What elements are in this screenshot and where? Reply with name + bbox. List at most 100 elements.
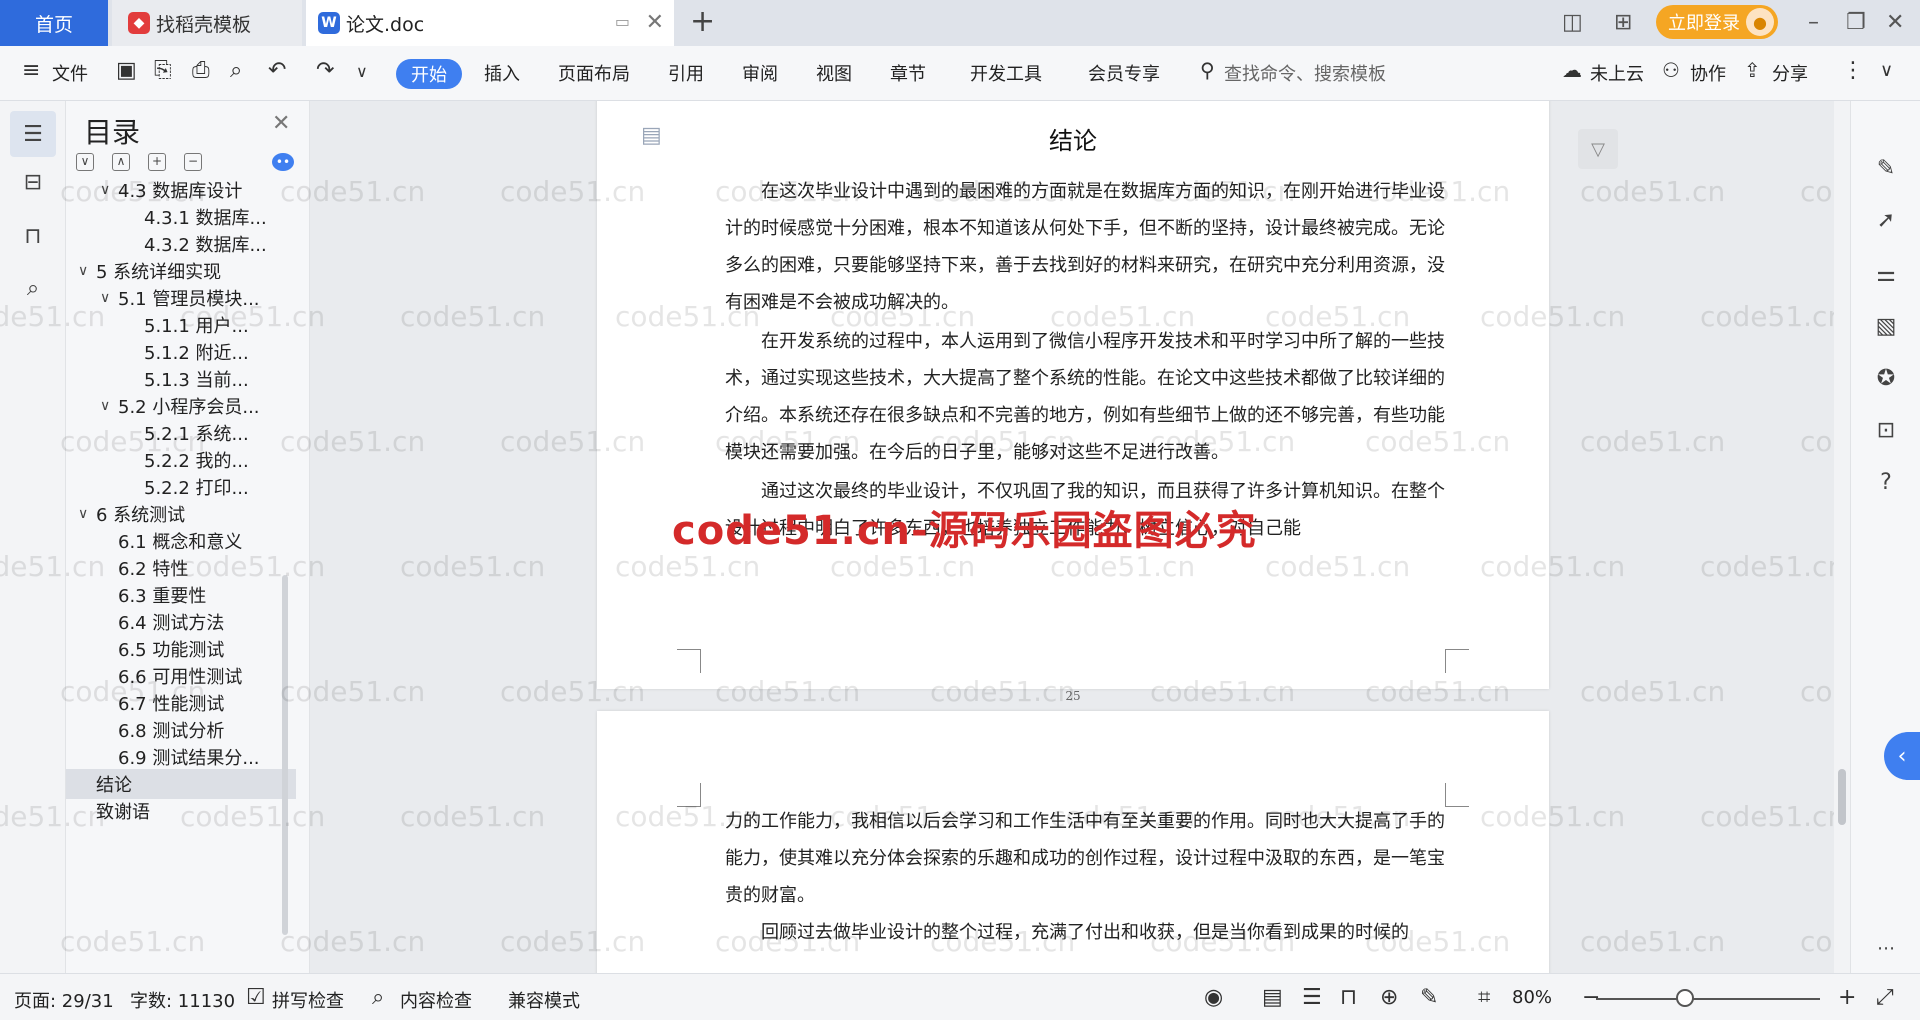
toc-item[interactable]: 5.2.2 打印... (66, 472, 296, 502)
compass-icon[interactable]: ✪ (1871, 363, 1901, 393)
print-icon[interactable]: ⎙ (192, 58, 210, 83)
collaborate-button[interactable]: 协作 (1690, 60, 1726, 86)
close-window-icon[interactable]: ✕ (1886, 10, 1904, 35)
chevron-down-icon[interactable]: ∨ (356, 62, 368, 81)
scrollbar-thumb[interactable] (1838, 769, 1846, 825)
toc-assistant-icon[interactable]: •• (272, 153, 294, 171)
toc-item[interactable]: 6.6 可用性测试 (66, 661, 296, 691)
toc-item[interactable]: 结论 (66, 769, 296, 799)
navigation-icon[interactable]: ⊟ (18, 167, 48, 197)
toc-item[interactable]: 6.7 性能测试 (66, 688, 296, 718)
undo-icon[interactable]: ↶ (268, 58, 286, 83)
close-panel-icon[interactable]: ✕ (272, 111, 290, 136)
toc-item[interactable]: ∨ 6 系统测试 (66, 499, 296, 529)
find-icon[interactable]: ⌕ (18, 273, 48, 303)
document-page[interactable]: ▤ 结论 在这次毕业设计中遇到的最困难的方面就是在数据库方面的知识，在刚开始进行… (597, 101, 1549, 703)
toc-item[interactable]: 5.1.2 附近... (66, 337, 296, 367)
toc-item[interactable]: 6.1 概念和意义 (66, 526, 296, 556)
save-icon[interactable]: ▣ (116, 58, 137, 83)
word-count[interactable]: 字数: 11130 (130, 987, 235, 1013)
menu-dev-tools[interactable]: 开发工具 (970, 60, 1042, 86)
toc-item[interactable]: 6.3 重要性 (66, 580, 296, 610)
help-icon[interactable]: ? (1871, 467, 1901, 497)
write-view-icon[interactable]: ✎ (1420, 985, 1438, 1010)
remove-heading-icon[interactable]: − (184, 153, 202, 171)
fit-page-icon[interactable]: ⌗ (1478, 985, 1490, 1010)
share-button[interactable]: 分享 (1772, 60, 1808, 86)
toc-item[interactable]: 6.5 功能测试 (66, 634, 296, 664)
toc-item[interactable]: 5.2.2 我的... (66, 445, 296, 475)
cloud-status[interactable]: 未上云 (1590, 60, 1644, 86)
export-pdf-icon[interactable]: ⎘ (154, 58, 172, 83)
page-indicator[interactable]: 页面: 29/31 (14, 987, 114, 1013)
select-cursor-icon[interactable]: ➚ (1871, 205, 1901, 235)
toc-item[interactable]: 致谢语 (66, 796, 296, 826)
content-check-button[interactable]: 内容检查 (400, 987, 472, 1013)
image-tool-icon[interactable]: ▧ (1871, 311, 1901, 341)
more-icon[interactable]: ⋯ (1871, 933, 1901, 963)
bookmark-icon[interactable]: ⊓ (18, 221, 48, 251)
menu-references[interactable]: 引用 (668, 60, 704, 86)
zoom-level[interactable]: 80% (1512, 987, 1552, 1008)
toc-item[interactable]: 5.2.1 系统... (66, 418, 296, 448)
reading-view-icon[interactable]: ⊓ (1340, 985, 1357, 1010)
toc-item[interactable]: ∨ 5.2 小程序会员... (66, 391, 296, 421)
document-page[interactable]: 力的工作能力，我相信以后会学习和工作生活中有至关重要的作用。同时也大大提高了手的… (597, 711, 1549, 973)
edit-pen-icon[interactable]: ✎ (1871, 153, 1901, 183)
tab-document[interactable]: W 论文.doc ▭ ✕ (306, 0, 674, 46)
toc-item[interactable]: 6.9 测试结果分... (66, 742, 296, 772)
zoom-slider-handle[interactable] (1676, 989, 1695, 1007)
menu-file[interactable]: 文件 (52, 60, 88, 86)
menu-view[interactable]: 视图 (816, 60, 852, 86)
fullscreen-icon[interactable]: ⤢ (1876, 985, 1894, 1010)
filter-icon[interactable]: ▽ (1578, 129, 1618, 169)
minimize-icon[interactable]: – (1808, 10, 1819, 35)
restore-icon[interactable]: ❐ (1846, 10, 1866, 35)
menu-review[interactable]: 审阅 (742, 60, 778, 86)
toc-item[interactable]: 6.8 测试分析 (66, 715, 296, 745)
new-tab-icon[interactable]: + (690, 4, 715, 39)
grid-apps-icon[interactable]: ⊞ (1614, 10, 1632, 35)
menu-insert[interactable]: 插入 (484, 60, 520, 86)
zoom-in-icon[interactable]: + (1838, 985, 1856, 1010)
toc-item[interactable]: ∨ 4.3 数据库设计 (66, 175, 296, 205)
more-options-icon[interactable]: ⋮ (1842, 58, 1864, 83)
menu-chapter[interactable]: 章节 (890, 60, 926, 86)
collapse-all-icon[interactable]: ∨ (76, 153, 94, 171)
toc-scrollbar[interactable] (282, 575, 288, 935)
hamburger-menu-icon[interactable]: ≡ (22, 58, 40, 83)
chevron-down-icon[interactable]: ∨ (78, 263, 96, 279)
tab-templates[interactable]: ◆ 找稻壳模板 (112, 0, 302, 46)
menu-start[interactable]: 开始 (396, 59, 462, 89)
print-preview-icon[interactable]: ⌕ (230, 58, 242, 83)
outline-view-icon[interactable]: ☰ (1302, 985, 1322, 1010)
spell-check-button[interactable]: 拼写检查 (272, 987, 344, 1013)
toc-item[interactable]: 6.2 特性 (66, 553, 296, 583)
toc-item[interactable]: 4.3.2 数据库... (66, 229, 296, 259)
web-view-icon[interactable]: ⊕ (1380, 985, 1398, 1010)
sliders-icon[interactable]: ⚌ (1871, 259, 1901, 289)
chevron-down-icon[interactable]: ∨ (100, 290, 118, 306)
chevron-down-icon[interactable]: ∨ (100, 182, 118, 198)
toc-item[interactable]: 4.3.1 数据库... (66, 202, 296, 232)
eye-protection-icon[interactable]: ◉ (1204, 985, 1223, 1010)
toc-item[interactable]: ∨ 5 系统详细实现 (66, 256, 296, 286)
layout-icon[interactable]: ◫ (1562, 10, 1583, 35)
expand-up-icon[interactable]: ∧ (112, 153, 130, 171)
toc-item[interactable]: 5.1.3 当前... (66, 364, 296, 394)
login-button[interactable]: 立即登录 ● (1656, 5, 1778, 39)
redo-icon[interactable]: ↷ (316, 58, 334, 83)
chevron-down-icon[interactable]: ∨ (78, 506, 96, 522)
page-view-icon[interactable]: ▤ (1262, 985, 1283, 1010)
toc-item[interactable]: 5.1.1 用户... (66, 310, 296, 340)
toc-item[interactable]: ∨ 5.1 管理员模块... (66, 283, 296, 313)
zoom-slider[interactable] (1596, 998, 1820, 1000)
chevron-down-icon[interactable]: ∨ (100, 398, 118, 414)
add-heading-icon[interactable]: + (148, 153, 166, 171)
close-tab-icon[interactable]: ✕ (646, 10, 664, 35)
document-scrollbar[interactable] (1834, 101, 1850, 973)
toc-panel-icon[interactable]: ☰ (10, 111, 56, 157)
menu-member[interactable]: 会员专享 (1088, 60, 1160, 86)
command-search-input[interactable]: 查找命令、搜索模板 (1224, 60, 1386, 86)
collapse-ribbon-icon[interactable]: ∨ (1880, 60, 1893, 81)
